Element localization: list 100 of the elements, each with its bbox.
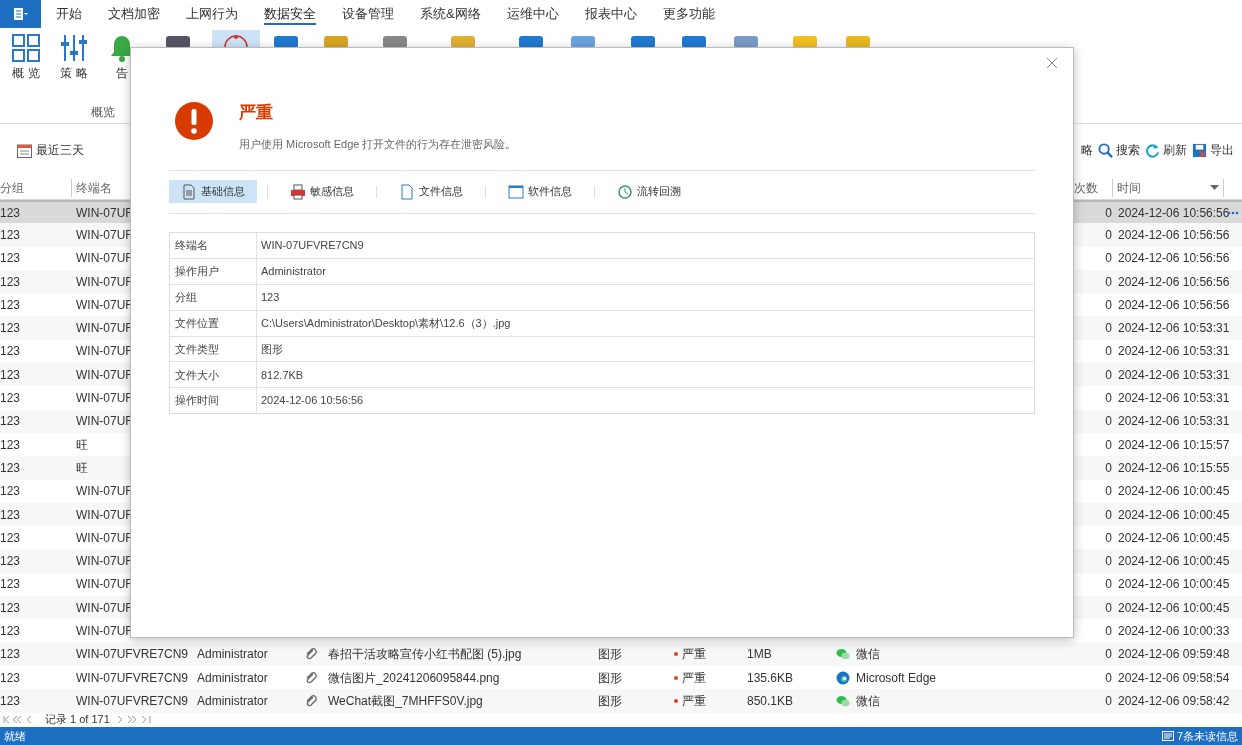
table-cell: WIN-07UFVRE7CN9 (76, 670, 189, 685)
field-label: 操作用户 (170, 259, 257, 285)
table-cell: WIN-07UF (76, 484, 133, 499)
table-cell: 0 (1105, 577, 1112, 592)
table-cell-text: 123 (0, 599, 22, 617)
table-cell-text: 123 (0, 483, 22, 501)
table-cell: WIN-07UF (76, 321, 133, 336)
field-label: 文件大小 (170, 362, 257, 388)
ribbon-button-label[interactable]: 告 (116, 64, 128, 82)
ribbon-button-label[interactable]: 策 略 (60, 64, 88, 82)
table-cell: WIN-07UF (76, 600, 133, 615)
table-cell-text: 123 (0, 343, 22, 361)
dialog-description: 用户使用 Microsoft Edge 打开文件的行为存在泄密风险。 (239, 137, 517, 152)
table-cell: 0 (1105, 484, 1112, 499)
toolbar-button[interactable]: 略 (1081, 141, 1093, 159)
table-cell-text: 123 (0, 553, 22, 571)
toolbar-button[interactable]: 导出 (1192, 141, 1234, 159)
table-cell: WIN-07UF (76, 344, 133, 359)
column-header[interactable]: 时间 (1117, 178, 1141, 197)
table-cell: 2024-12-06 10:15:55 (1118, 460, 1230, 475)
field-value: WIN-07UFVRE7CN9 (260, 238, 364, 254)
ribbon-tab[interactable]: 文档加密 (108, 5, 160, 25)
dialog-tab[interactable]: 基础信息 (169, 180, 257, 203)
field-value: 812.7KB (260, 367, 304, 383)
toolbar-button[interactable]: 刷新 (1145, 141, 1187, 159)
dialog-tab[interactable]: 流转回溯 (605, 180, 693, 203)
table-cell: 2024-12-06 10:00:45 (1118, 507, 1230, 522)
ribbon-tab[interactable]: 更多功能 (662, 5, 715, 25)
table-cell: 0 (1105, 600, 1112, 615)
toolbar-button[interactable]: 搜索 (1098, 141, 1140, 159)
table-cell: 图形 (598, 693, 622, 708)
unread-messages[interactable]: 7条未读信息 (1176, 727, 1238, 744)
table-cell: 0 (1105, 647, 1112, 662)
table-cell: 2024-12-06 09:58:54 (1118, 670, 1230, 685)
column-header[interactable]: 分组 (0, 178, 72, 197)
table-cell: 0 (1105, 391, 1112, 405)
table-cell: WIN-07UFVRE7CN9 (76, 647, 189, 662)
table-cell: 2024-12-06 10:53:31 (1118, 367, 1230, 382)
ribbon-button-label[interactable]: 概 览 (12, 64, 40, 82)
ribbon-tab[interactable]: 上网行为 (186, 5, 238, 25)
table-cell: 0 (1105, 624, 1112, 638)
table-cell: WIN-07UF (76, 251, 133, 266)
table-cell-text: 123 (0, 576, 22, 594)
table-cell: Administrator (197, 647, 268, 662)
table-cell: 2024-12-06 10:53:31 (1118, 344, 1230, 359)
table-cell-text: 春招干活攻略宣传小红书配图 (5).jpg (328, 646, 522, 664)
table-cell: WIN-07UFVRE7CN9 (76, 693, 189, 708)
table-cell: WIN-07UF (76, 530, 133, 545)
table-cell: 旺 (76, 437, 88, 452)
ribbon-tab[interactable]: 报表中心 (584, 5, 637, 25)
table-cell-text: 严重 (682, 669, 706, 687)
dialog-tab[interactable]: 软件信息 (496, 180, 584, 203)
field-value: 图形 (260, 341, 283, 357)
table-cell-text: 123 (0, 204, 22, 222)
ribbon-tab[interactable]: 运维中心 (506, 5, 559, 25)
table-row[interactable]: 123 WIN-07UFVRE7CN9 Administrator WeChat截图_7MHFFS0V.jpg 图形 严重 850.1KB 微信 0 2024-12-06 09:58:42 (0, 689, 1242, 713)
table-cell-text: 123 (0, 692, 22, 710)
ribbon-tab[interactable]: 开始 (56, 5, 82, 25)
table-cell: 0 (1105, 251, 1112, 266)
field-value: 123 (260, 290, 280, 306)
field-label: 分组 (170, 285, 257, 310)
table-cell-text: 123 (0, 529, 22, 547)
table-cell: 旺 (76, 460, 88, 475)
table-cell: 0 (1105, 367, 1112, 382)
table-row[interactable]: 123 WIN-07UFVRE7CN9 Administrator 春招干活攻略宣传小红书配图 (5).jpg 图形 严重 1MB 微信 0 2024-12-06 09:59:48 (0, 642, 1242, 666)
table-cell: 2024-12-06 10:56:56 (1118, 205, 1230, 220)
table-cell-text: 微信 (856, 646, 880, 664)
ribbon-tab[interactable]: 设备管理 (342, 5, 394, 25)
table-cell: 2024-12-06 10:00:33 (1118, 624, 1230, 638)
ribbon-tab[interactable]: 系统&网络 (420, 5, 481, 25)
table-cell-text: 123 (0, 623, 22, 640)
table-cell: 2024-12-06 10:56:56 (1118, 227, 1230, 242)
table-cell: 2024-12-06 10:00:45 (1118, 600, 1230, 615)
table-cell: 1MB (747, 647, 772, 662)
status-text: 就绪 (4, 728, 26, 744)
table-cell: 2024-12-06 10:00:45 (1118, 484, 1230, 499)
table-cell-text: 微信图片_20241206095844.png (328, 669, 500, 687)
table-cell: 2024-12-06 09:58:42 (1118, 693, 1230, 708)
table-cell: WIN-07UF (76, 391, 133, 405)
table-cell: 0 (1105, 670, 1112, 685)
date-filter-button[interactable]: 最近三天 (17, 141, 84, 159)
table-cell: 2024-12-06 10:53:31 (1118, 391, 1230, 405)
table-cell: WIN-07UF (76, 414, 133, 429)
table-cell: 0 (1105, 693, 1112, 708)
table-cell: WIN-07UF (76, 367, 133, 382)
table-cell: 2024-12-06 10:53:31 (1118, 321, 1230, 336)
ribbon-tab[interactable]: 数据安全 (264, 5, 316, 25)
table-cell-text: 严重 (682, 692, 706, 710)
table-cell: 0 (1105, 344, 1112, 359)
table-cell: 2024-12-06 10:56:56 (1118, 297, 1230, 312)
table-cell: 0 (1105, 321, 1112, 336)
field-value: 2024-12-06 10:56:56 (260, 393, 364, 409)
field-label: 文件位置 (170, 310, 257, 336)
table-cell-text: 123 (0, 436, 22, 454)
table-cell: 0 (1105, 460, 1112, 475)
dialog-tab[interactable]: 文件信息 (387, 180, 475, 203)
dialog-tab[interactable]: 敏感信息 (278, 180, 366, 203)
table-cell-text: 123 (0, 296, 22, 314)
table-cell: 0 (1105, 274, 1112, 289)
table-cell-text: 微信 (856, 692, 880, 710)
